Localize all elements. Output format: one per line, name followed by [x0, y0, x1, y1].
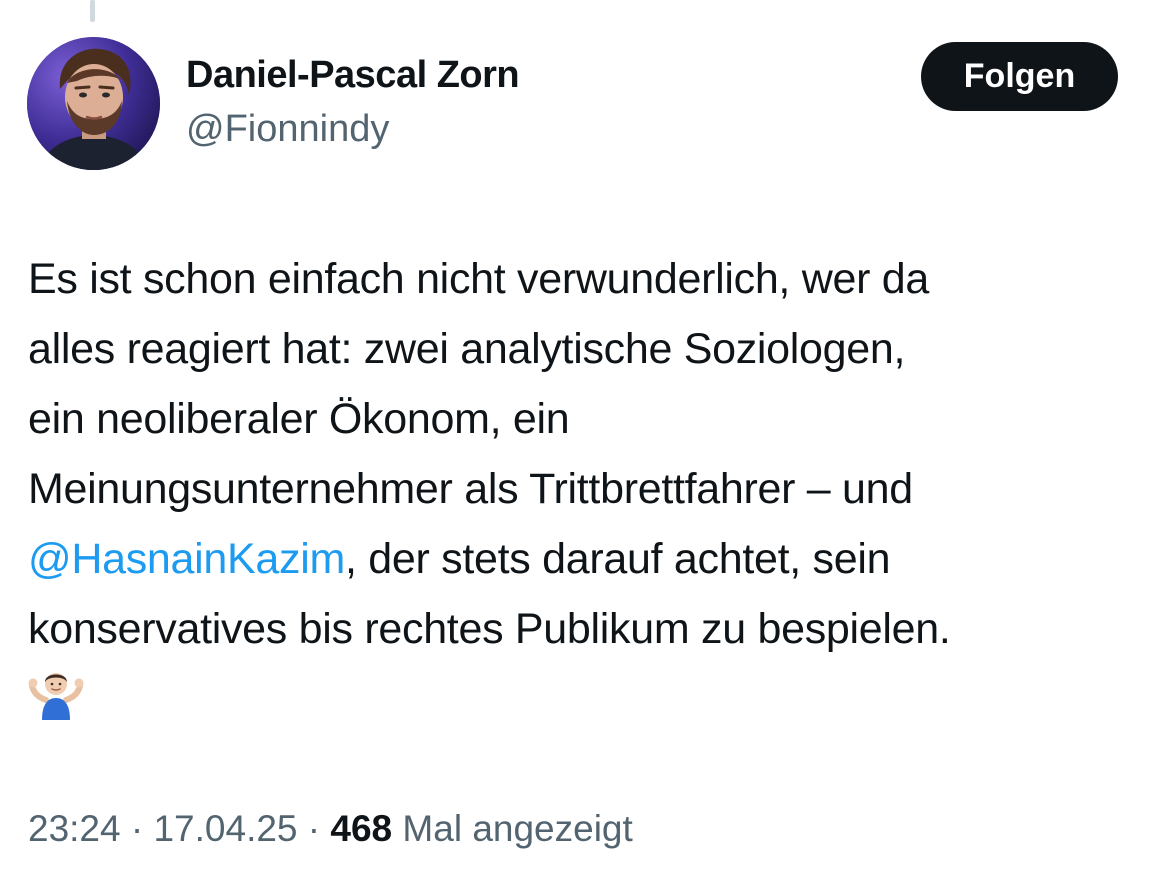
tweet-time[interactable]: 23:24 — [28, 808, 121, 849]
man-shrugging-emoji-icon — [28, 664, 84, 741]
meta-separator: · — [120, 808, 154, 849]
tweet-line-5-rest: , der stets darauf achtet, sein — [344, 535, 891, 583]
author-name[interactable]: Daniel-Pascal Zorn — [186, 54, 520, 97]
mention-link[interactable]: @HasnainKazim — [28, 535, 345, 583]
tweet-line-6: konservatives bis rechtes Publikum zu be… — [28, 605, 951, 653]
views-label: Mal angezeigt — [392, 808, 633, 849]
tweet-text: Es ist schon einfach nicht verwunderlich… — [28, 244, 1148, 741]
tweet-date[interactable]: 17.04.25 — [153, 808, 297, 849]
author-handle[interactable]: @Fionnindy — [186, 108, 389, 151]
tweet-line-5: @HasnainKazim, der stets darauf achtet, … — [28, 524, 1148, 594]
tweet-line-2: alles reagiert hat: zwei analytische Soz… — [28, 325, 906, 373]
tweet-line-4: Meinungsunternehmer als Trittbrettfahrer… — [28, 465, 913, 513]
tweet-line-7 — [28, 664, 1148, 741]
tweet-line-1: Es ist schon einfach nicht verwunderlich… — [28, 255, 929, 303]
avatar[interactable] — [27, 37, 160, 170]
follow-button[interactable]: Folgen — [921, 42, 1118, 111]
views-count: 468 — [330, 808, 393, 849]
avatar-photo-icon — [27, 37, 160, 170]
tweet-line-3: ein neoliberaler Ökonom, ein — [28, 395, 570, 443]
thread-connector-line — [90, 0, 95, 22]
meta-separator: · — [297, 808, 331, 849]
tweet-meta: 23:24 · 17.04.25 · 468 Mal angezeigt — [28, 808, 633, 850]
